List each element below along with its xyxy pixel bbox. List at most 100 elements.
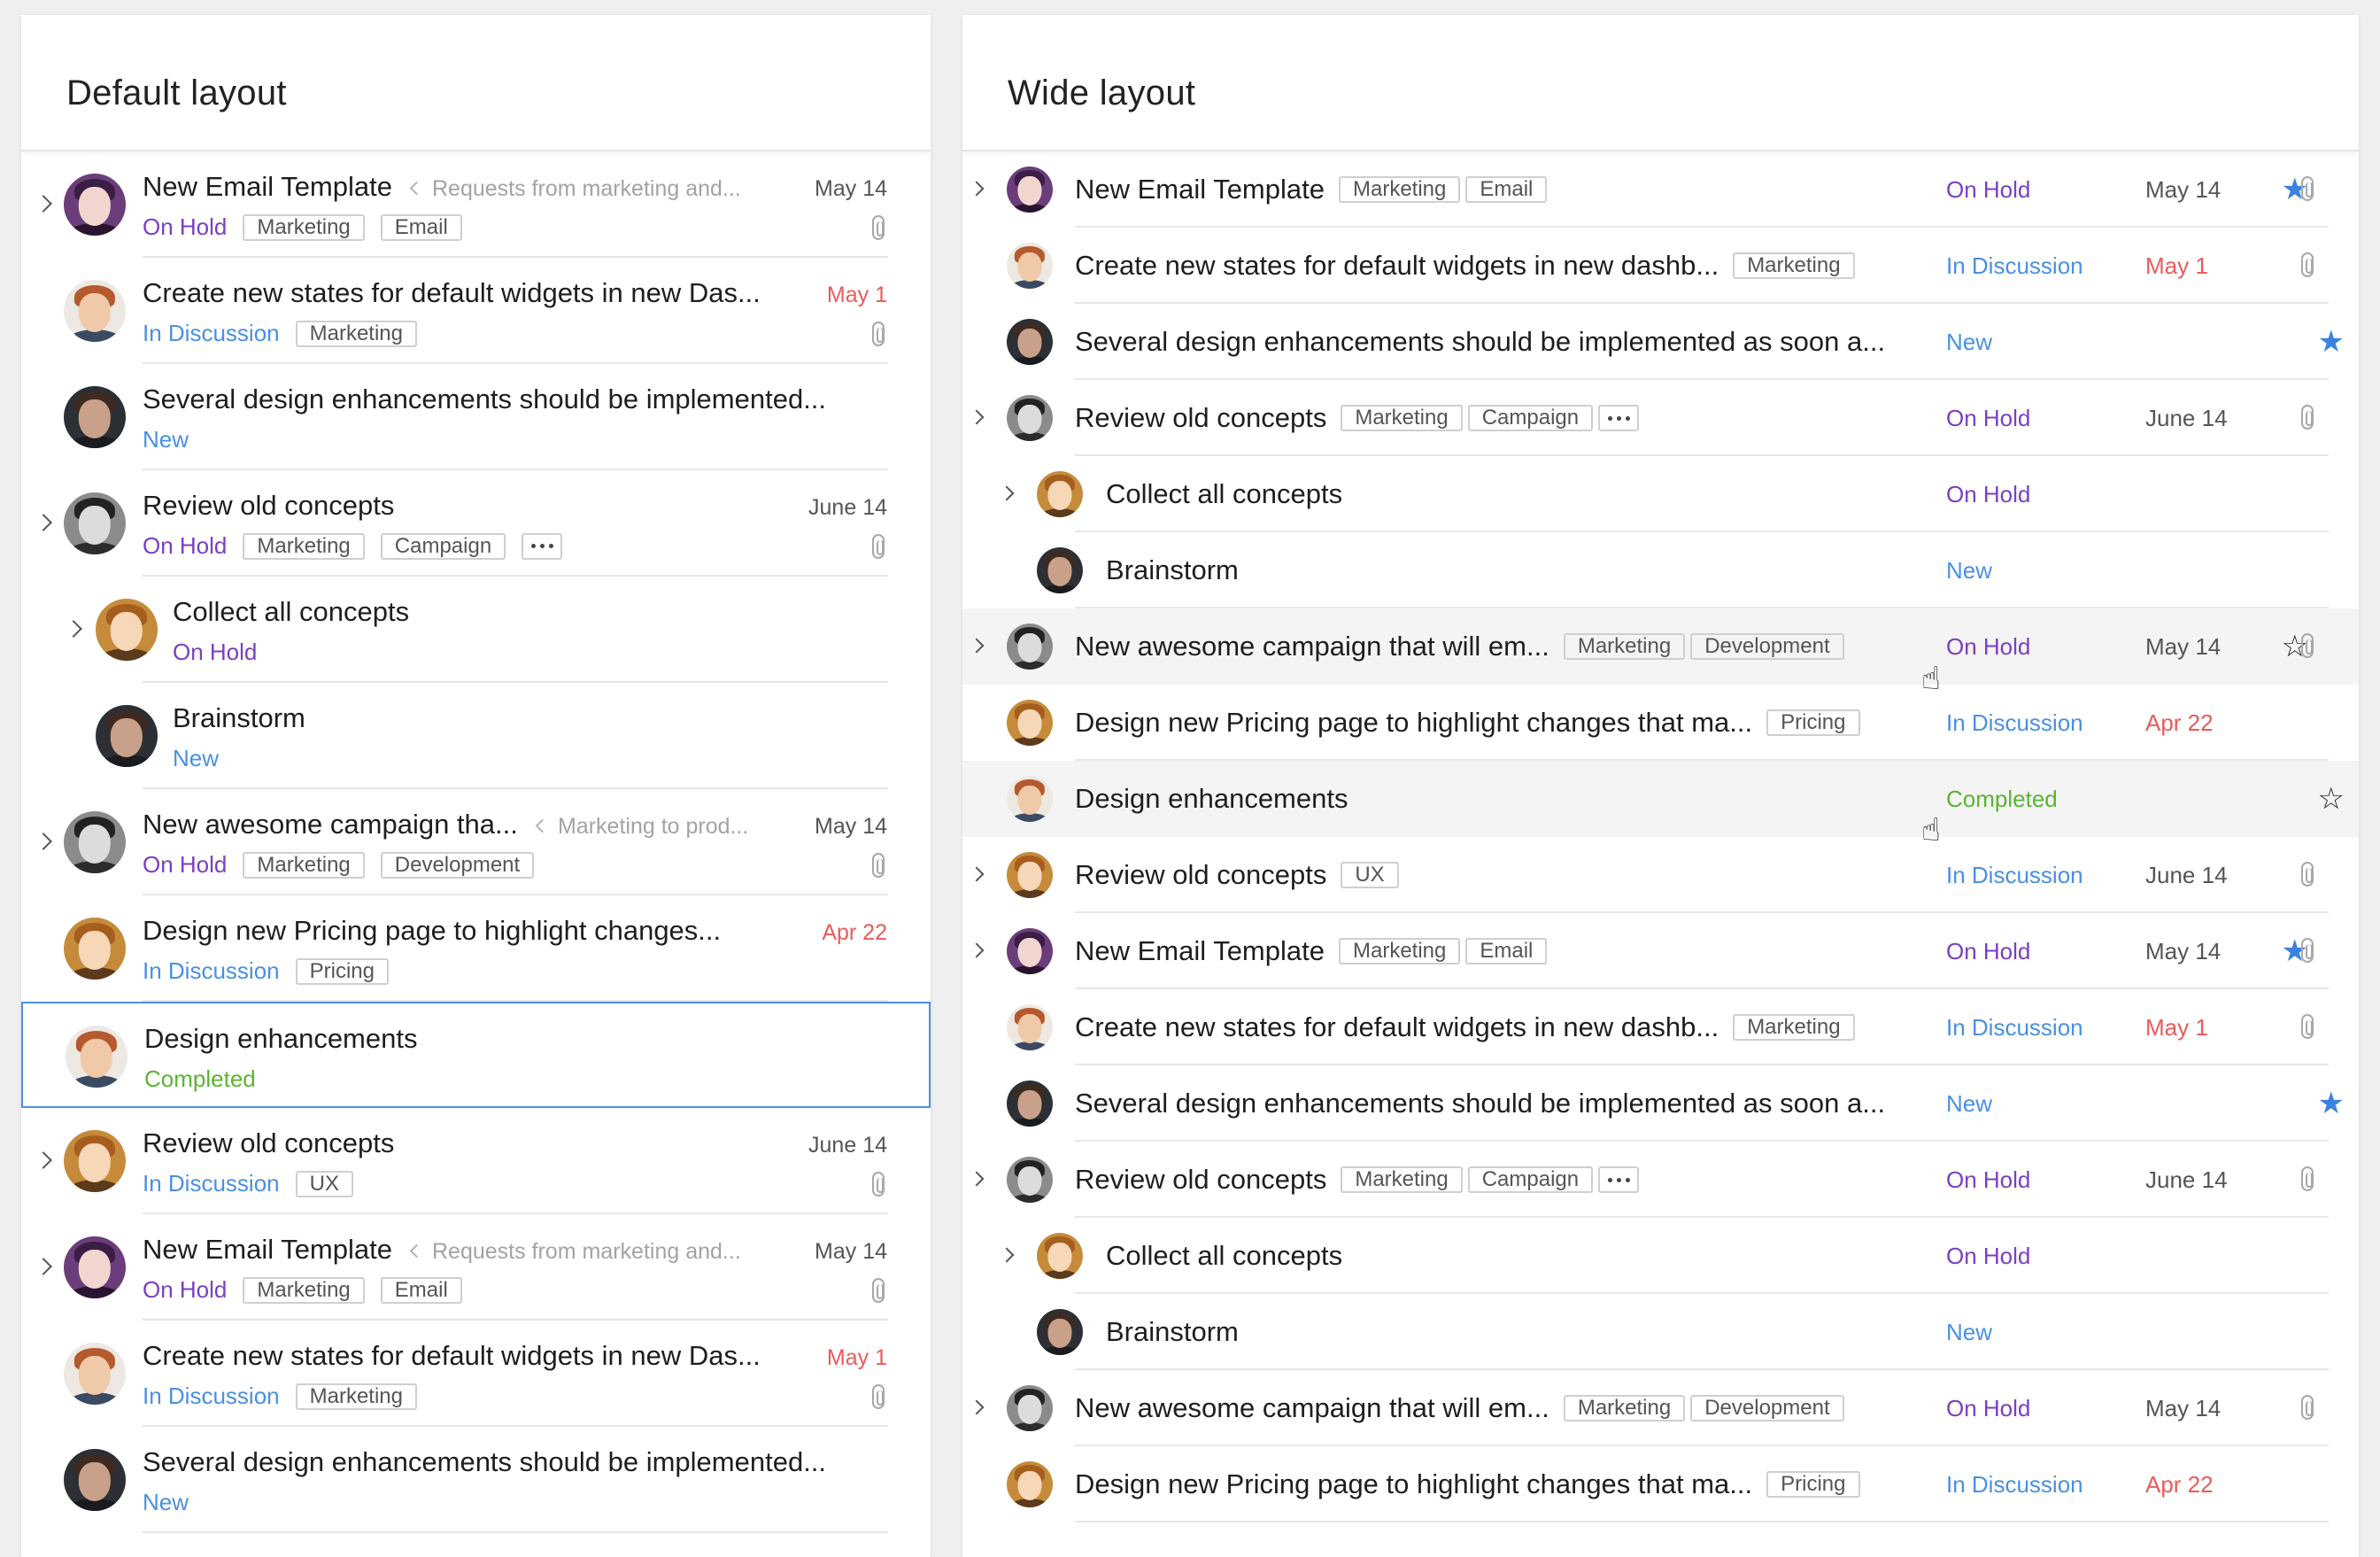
star-outline-icon[interactable]: ☆ [2318,784,2345,814]
attachment-icon[interactable] [2301,633,2314,658]
task-title[interactable]: New Email Template [143,171,392,203]
avatar[interactable] [64,386,126,448]
expand-chevron-icon[interactable] [969,1171,985,1187]
avatar[interactable] [96,599,158,661]
tag[interactable]: Pricing [1766,1471,1860,1498]
task-row[interactable]: New awesome campaign tha... Marketing to … [21,789,931,895]
task-row[interactable]: Collect all concepts On Hold [962,1218,2359,1294]
avatar[interactable] [64,1130,126,1192]
task-row[interactable]: Several design enhancements should be im… [962,304,2359,380]
tag[interactable]: Development [1690,1395,1844,1421]
status-label[interactable]: New [1946,532,1992,608]
status-label[interactable]: On Hold [143,851,227,879]
tag[interactable]: Marketing [295,1383,417,1410]
task-row[interactable]: Create new states for default widgets in… [962,228,2359,304]
task-title[interactable]: Brainstorm [1106,554,1239,586]
avatar[interactable] [1037,547,1083,593]
avatar[interactable] [64,1236,126,1298]
expand-chevron-icon[interactable] [969,1399,985,1415]
task-title[interactable]: New Email Template [143,1234,392,1266]
status-label[interactable]: On Hold [1946,456,2030,532]
task-title[interactable]: Collect all concepts [1106,1240,1342,1272]
tag[interactable]: Pricing [295,957,389,985]
task-title[interactable]: New awesome campaign tha... [143,809,518,840]
avatar[interactable] [1007,1081,1053,1127]
avatar[interactable] [1007,1157,1053,1203]
expand-chevron-icon[interactable] [35,195,52,213]
task-title[interactable]: Several design enhancements should be im… [1075,326,1885,358]
task-row[interactable]: Review old concepts Marketing Campaign On H… [962,380,2359,456]
task-title[interactable]: Create new states for default widgets in… [143,277,761,309]
task-title[interactable]: Review old concepts [143,490,394,522]
tag[interactable]: Marketing [1563,633,1686,660]
expand-chevron-icon[interactable] [999,485,1015,501]
avatar[interactable] [1007,243,1053,289]
avatar[interactable] [1007,1004,1053,1050]
task-title[interactable]: New Email Template [1075,174,1325,205]
status-label[interactable]: On Hold [143,532,227,560]
avatar[interactable] [1037,1233,1083,1279]
expand-chevron-icon[interactable] [969,409,985,425]
status-label[interactable]: In Discussion [1946,228,2083,304]
tag[interactable]: Marketing [1733,1014,1855,1041]
task-title[interactable]: New Email Template [1075,935,1325,967]
avatar[interactable] [1037,471,1083,517]
status-label[interactable]: New [1946,1294,1992,1370]
status-label[interactable]: On Hold [1946,913,2030,989]
attachment-icon[interactable] [2301,1014,2314,1039]
tag[interactable]: UX [295,1170,353,1197]
task-title[interactable]: Review old concepts [1075,859,1326,891]
task-title[interactable]: Create new states for default widgets in… [1075,1011,1719,1043]
attachment-icon[interactable] [2301,938,2314,963]
avatar[interactable] [1007,624,1053,670]
expand-chevron-icon[interactable] [969,638,985,654]
status-label[interactable]: In Discussion [1946,1446,2083,1522]
task-row[interactable]: New awesome campaign that will em... Mark… [962,1370,2359,1446]
task-row[interactable]: Several design enhancements should be im… [962,1065,2359,1142]
task-row[interactable]: Collect all concepts On Hold [962,456,2359,532]
status-label[interactable]: Completed [144,1065,256,1093]
task-row[interactable]: New awesome campaign that will em... Mark… [962,608,2359,685]
task-row[interactable]: Brainstorm New [962,532,2359,608]
task-title[interactable]: Review old concepts [1075,402,1326,434]
status-label[interactable]: On Hold [1946,1218,2030,1294]
tag[interactable]: Marketing [1341,1166,1463,1193]
avatar[interactable] [64,918,126,980]
task-row[interactable]: Collect all concepts On Hold [21,577,931,683]
expand-chevron-icon[interactable] [35,833,52,850]
status-label[interactable]: New [143,426,189,453]
parent-task-link[interactable]: Requests from marketing and... [409,176,741,202]
attachment-icon[interactable] [2301,252,2314,277]
tag[interactable]: Marketing [243,213,365,241]
avatar[interactable] [64,1449,126,1511]
task-row[interactable]: Review old concepts June 14 On Hold Marketi… [21,470,931,577]
task-title[interactable]: Review old concepts [143,1127,394,1159]
task-title[interactable]: Design new Pricing page to highlight cha… [1075,1468,1752,1500]
task-row[interactable]: Design new Pricing page to highlight cha… [21,895,931,1002]
attachment-icon[interactable] [872,534,885,559]
avatar[interactable] [1037,1309,1083,1355]
avatar[interactable] [66,1026,128,1088]
task-row[interactable]: Create new states for default widgets in… [21,1321,931,1427]
tag[interactable]: Marketing [243,532,365,560]
tag[interactable]: Marketing [1563,1395,1686,1421]
task-row[interactable]: Review old concepts June 14 In Discussion U… [21,1108,931,1214]
star-filled-icon[interactable]: ★ [2318,1088,2345,1119]
tag[interactable]: Development [1690,633,1844,660]
tag[interactable]: UX [1341,862,1399,888]
status-label[interactable]: On Hold [143,213,227,241]
more-tags-icon[interactable] [1598,1166,1640,1193]
parent-task-link[interactable]: Requests from marketing and... [409,1239,741,1265]
task-title[interactable]: Design enhancements [144,1023,417,1055]
task-row[interactable]: Brainstorm New [962,1294,2359,1370]
status-label[interactable]: Completed [1946,761,2058,837]
avatar[interactable] [1007,395,1053,441]
task-row[interactable]: Several design enhancements should be im… [21,364,931,470]
task-title[interactable]: Several design enhancements should be im… [143,383,826,415]
status-label[interactable]: On Hold [1946,1142,2030,1218]
status-label[interactable]: On Hold [1946,151,2030,228]
expand-chevron-icon[interactable] [65,620,82,638]
expand-chevron-icon[interactable] [969,942,985,958]
task-title[interactable]: New awesome campaign that will em... [1075,631,1549,662]
tag[interactable]: Email [380,1276,462,1304]
